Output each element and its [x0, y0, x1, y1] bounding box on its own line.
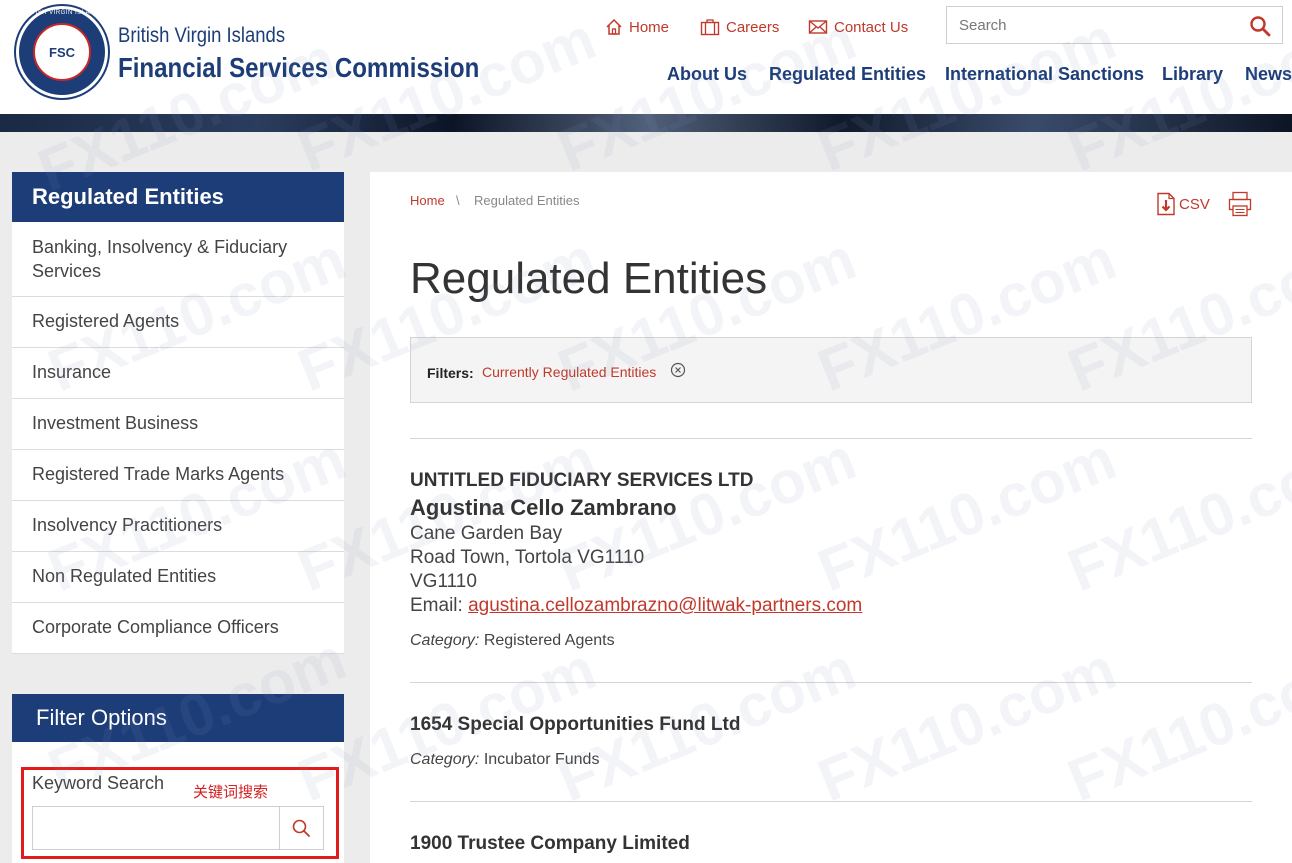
keyword-search-label: Keyword Search	[32, 773, 165, 793]
sidebar-item-banking[interactable]: Banking, Insolvency & Fiduciary Services	[12, 222, 344, 297]
active-filters-bar: Filters: Currently Regulated Entities	[410, 337, 1252, 403]
download-file-icon	[1157, 192, 1175, 216]
search-input[interactable]	[947, 7, 1237, 43]
sidebar-item-compliance-officers[interactable]: Corporate Compliance Officers	[12, 603, 344, 654]
util-link-label: Careers	[726, 18, 780, 36]
keyword-search-box	[32, 806, 324, 850]
divider	[410, 801, 1252, 802]
house-icon	[606, 18, 622, 35]
page-title: Regulated Entities	[410, 254, 768, 303]
site-header: BRITISH VIRGIN ISLANDS FSC British Virgi…	[0, 0, 1292, 114]
keyword-search-annotation: 关键词搜索	[193, 783, 269, 801]
filter-options-title: Filter Options	[12, 694, 344, 742]
search-icon[interactable]	[291, 818, 311, 838]
entity-address-line: Road Town, Tortola VG1110	[410, 547, 645, 568]
util-link-contact[interactable]: Contact Us	[808, 16, 908, 38]
category-label: Category:	[410, 751, 480, 768]
divider	[410, 682, 1252, 683]
breadcrumb-current: Regulated Entities	[474, 193, 580, 208]
email-label: Email:	[410, 595, 463, 616]
sidebar-item-registered-agents[interactable]: Registered Agents	[12, 297, 344, 348]
nav-regulated-entities[interactable]: Regulated Entities	[769, 64, 926, 85]
category-label: Category:	[410, 632, 480, 649]
util-link-home[interactable]: Home	[605, 16, 669, 38]
logo-monogram: FSC	[49, 45, 75, 60]
entity-email-row: Email: agustina.cellozambrazno@litwak-pa…	[410, 595, 862, 617]
breadcrumb-home[interactable]: Home	[410, 193, 445, 208]
nav-international-sanctions[interactable]: International Sanctions	[945, 64, 1144, 85]
sidebar-item-insurance[interactable]: Insurance	[12, 348, 344, 399]
nav-library[interactable]: Library	[1162, 64, 1223, 85]
category-value: Registered Agents	[483, 632, 615, 649]
entity-address-line: VG1110	[410, 571, 477, 592]
sidebar-title: Regulated Entities	[12, 172, 344, 222]
header-banner-image	[0, 114, 1292, 132]
entity-name[interactable]: 1654 Special Opportunities Fund Ltd	[410, 714, 740, 736]
entity-contact-person: Agustina Cello Zambrano	[410, 495, 677, 520]
entity-name[interactable]: UNTITLED FIDUCIARY SERVICES LTD	[410, 470, 753, 492]
breadcrumb-separator: \	[456, 193, 460, 208]
sidebar-item-insolvency-practitioners[interactable]: Insolvency Practitioners	[12, 501, 344, 552]
search-icon[interactable]	[1249, 15, 1271, 37]
util-link-label: Contact Us	[834, 18, 909, 36]
util-link-careers[interactable]: Careers	[700, 16, 779, 38]
logo-ring-text: BRITISH VIRGIN ISLANDS	[19, 10, 105, 16]
printer-icon[interactable]	[1228, 191, 1252, 217]
clear-filter-icon[interactable]	[670, 362, 686, 378]
entity-name[interactable]: 1900 Trustee Company Limited	[410, 833, 690, 855]
csv-download-button[interactable]: CSV	[1156, 192, 1210, 216]
sidebar-item-non-regulated[interactable]: Non Regulated Entities	[12, 552, 344, 603]
entity-category-row: Category: Registered Agents	[410, 632, 615, 650]
entity-email-link[interactable]: agustina.cellozambrazno@litwak-partners.…	[468, 595, 862, 616]
entity-category-row: Category: Incubator Funds	[410, 751, 599, 769]
csv-label: CSV	[1179, 195, 1210, 213]
briefcase-icon	[700, 19, 720, 36]
sidebar-item-investment-business[interactable]: Investment Business	[12, 399, 344, 450]
keyword-search-divider	[279, 807, 280, 849]
fsc-logo-seal[interactable]: BRITISH VIRGIN ISLANDS FSC	[16, 6, 108, 98]
nav-about-us[interactable]: About Us	[667, 64, 747, 85]
nav-news[interactable]: News	[1245, 64, 1292, 85]
sidebar-item-trade-marks-agents[interactable]: Registered Trade Marks Agents	[12, 450, 344, 501]
category-value: Incubator Funds	[483, 751, 600, 768]
filters-label: Filters:	[427, 365, 474, 381]
logo-inner: FSC	[33, 23, 91, 81]
envelope-icon	[808, 20, 828, 34]
site-search	[946, 6, 1283, 44]
filter-chip-currently-regulated[interactable]: Currently Regulated Entities	[482, 364, 656, 380]
brand-line-1[interactable]: British Virgin Islands	[118, 24, 285, 48]
util-link-label: Home	[629, 18, 670, 36]
keyword-search-input[interactable]	[33, 807, 279, 849]
divider	[410, 438, 1252, 439]
brand-line-2[interactable]: Financial Services Commission	[118, 52, 479, 84]
entity-address-line: Cane Garden Bay	[410, 523, 563, 544]
